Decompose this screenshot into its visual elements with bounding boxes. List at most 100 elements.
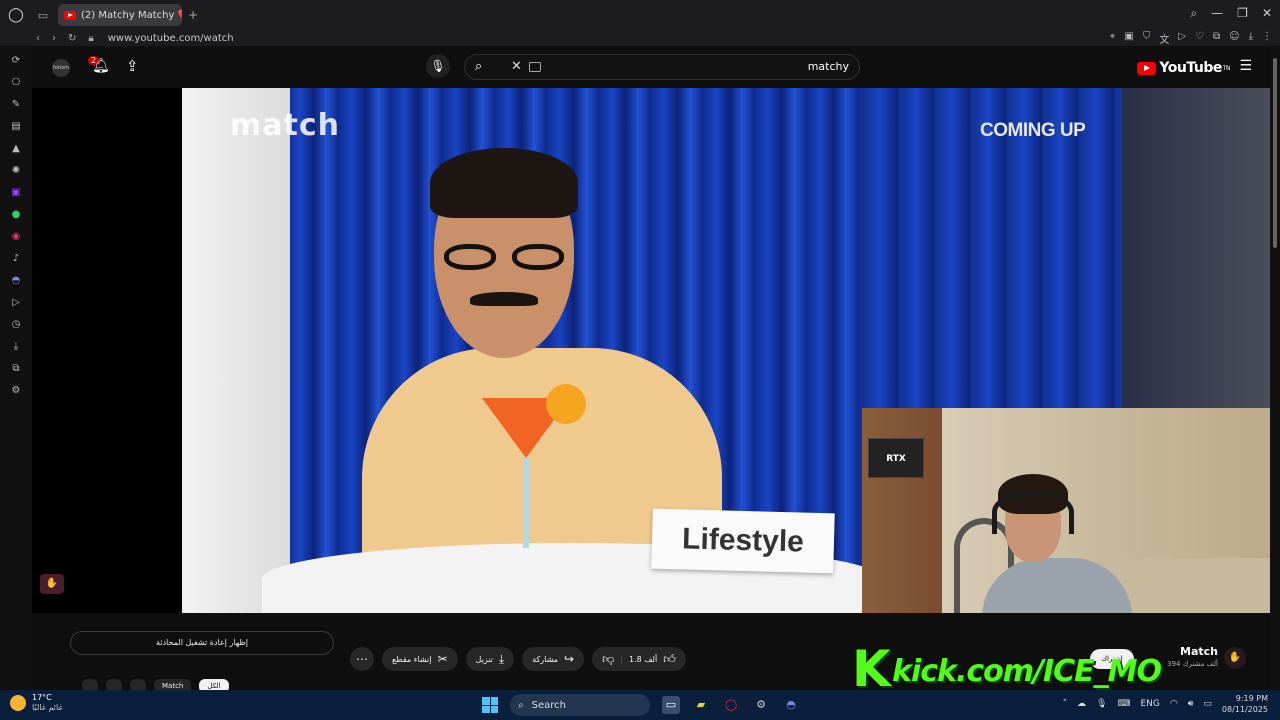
dislike-icon[interactable]: 👎︎: [602, 652, 614, 667]
bell-icon[interactable]: 🔔︎: [92, 58, 110, 74]
pin-icon[interactable]: ⌖: [1110, 31, 1116, 46]
keyboard-icon[interactable]: [529, 62, 541, 72]
settings-icon[interactable]: ⚙: [9, 384, 23, 398]
steam-icon[interactable]: ⚙: [752, 696, 770, 714]
app-icon[interactable]: ▤: [9, 120, 23, 134]
kick-url: kick.com/ICE_MO: [892, 654, 1162, 689]
more-icon[interactable]: ⋮: [1262, 31, 1272, 46]
download-icon[interactable]: ⤓: [1249, 31, 1253, 46]
tray-keyboard-icon[interactable]: ⌨: [1117, 699, 1130, 709]
youtube-logo-tm: TN: [1222, 64, 1231, 72]
forward-icon[interactable]: ›: [52, 33, 56, 44]
window-controls: ⌕ — ❐ ✕: [1190, 6, 1272, 21]
like-dislike-button[interactable]: 👎︎ | 1.8 ألف 👍︎: [592, 647, 686, 671]
downloads-icon[interactable]: ⤓: [9, 340, 23, 354]
search-tabs-icon[interactable]: ⌕: [1190, 6, 1197, 21]
video-frame[interactable]: match Lifestyle: [182, 88, 862, 613]
extensions-icon[interactable]: ⧉: [1213, 31, 1220, 46]
file-explorer-icon[interactable]: ▰: [692, 696, 710, 714]
tray-chevron-icon[interactable]: ˄: [1063, 699, 1068, 709]
more-actions-button[interactable]: ⋯: [350, 647, 374, 671]
discord-taskbar-icon[interactable]: ◓: [782, 696, 800, 714]
weather-condition: غائم غالبًا: [32, 703, 63, 712]
shield-icon[interactable]: ⛉: [1143, 31, 1151, 46]
search-icon[interactable]: ⌕: [475, 59, 482, 74]
account-avatar[interactable]: fotiom: [52, 59, 70, 77]
reload-icon[interactable]: ↻: [68, 33, 76, 44]
clear-search-icon[interactable]: ✕: [511, 59, 522, 74]
youtube-logo[interactable]: YouTube TN: [1137, 60, 1231, 76]
ai-icon[interactable]: ⎔: [9, 76, 23, 90]
wifi-icon[interactable]: ◠: [1170, 699, 1178, 709]
windows-taskbar: 17°C غائم غالبًا ⌕ Search ▭ ▰ ◯ ⚙ ◓ ˄ ☁ 🎙︎…: [0, 690, 1280, 720]
tray-app-icon[interactable]: ☁: [1077, 699, 1086, 709]
opera-gx-icon[interactable]: ◯: [722, 696, 740, 714]
search-input[interactable]: matchy: [808, 60, 849, 73]
twitch-icon[interactable]: ▣: [9, 186, 23, 200]
upload-icon[interactable]: ⇪: [126, 57, 139, 75]
download-button[interactable]: تنزيل ⤓: [465, 647, 515, 671]
browser-tab[interactable]: (2) Matchy Matchy 💔 Ep: [58, 4, 182, 26]
tab-menu-icon[interactable]: ▭: [32, 9, 54, 22]
profile-icon[interactable]: ☺: [1229, 31, 1239, 46]
aria-icon[interactable]: ▲: [9, 142, 23, 156]
taskbar-search[interactable]: ⌕ Search: [510, 694, 650, 716]
history-icon[interactable]: ⟳: [9, 54, 23, 68]
clip-button[interactable]: إنشاء مقطع ✂: [382, 647, 458, 671]
kick-banner: K kick.com/ICE_MO: [852, 640, 1272, 698]
youtube-header: fotiom 2 🔔︎ ⇪ 🎙︎ ⌕ ✕ matchy YouTube TN ☰: [32, 46, 1270, 88]
battery-icon[interactable]: ▭: [1203, 699, 1212, 709]
instagram-icon[interactable]: ◉: [9, 230, 23, 244]
weather-widget[interactable]: 17°C غائم غالبًا: [10, 693, 63, 713]
opera-logo-icon[interactable]: ◯: [0, 7, 32, 23]
discord-icon[interactable]: ◓: [9, 274, 23, 288]
white-wall: [182, 88, 290, 613]
orange-slice: [546, 384, 586, 424]
notes-icon[interactable]: ✎: [9, 98, 23, 112]
page-scrollbar[interactable]: [1270, 46, 1280, 690]
url-field[interactable]: www.youtube.com/watch: [108, 33, 234, 44]
taskbar-apps: ⌕ Search ▭ ▰ ◯ ⚙ ◓: [482, 694, 800, 716]
nameplate: Lifestyle: [651, 508, 835, 574]
tiktok-icon[interactable]: ♪: [9, 252, 23, 266]
play-icon[interactable]: ▷: [1178, 31, 1186, 46]
share-button[interactable]: مشاركة ↪: [522, 647, 585, 671]
scissors-icon: ✂: [437, 652, 448, 666]
new-tab-button[interactable]: +: [188, 8, 198, 22]
player-icon[interactable]: ▷: [9, 296, 23, 310]
task-view-icon[interactable]: ▭: [662, 696, 680, 714]
minimize-icon[interactable]: —: [1211, 6, 1223, 21]
share-icon: ↪: [564, 652, 575, 666]
chatgpt-icon[interactable]: ✺: [9, 164, 23, 178]
extensions-sidebar-icon[interactable]: ⧉: [9, 362, 23, 376]
windows-start-icon[interactable]: [482, 697, 498, 713]
hamburger-menu-icon[interactable]: ☰: [1239, 58, 1252, 74]
restore-icon[interactable]: ❐: [1237, 6, 1248, 21]
tray-mic-icon[interactable]: 🎙︎: [1096, 699, 1107, 709]
show-chat-replay-button[interactable]: إظهار إعادة تشغيل المحادثة: [70, 631, 334, 655]
translate-icon[interactable]: 文: [1159, 31, 1169, 46]
close-icon[interactable]: ✕: [1262, 6, 1272, 21]
volume-icon[interactable]: 🔊︎: [1188, 699, 1194, 709]
tab-title: (2) Matchy Matchy 💔 Ep: [81, 9, 182, 21]
back-icon[interactable]: ‹: [36, 33, 40, 44]
side-panel: [1122, 88, 1270, 408]
search-box[interactable]: ⌕ ✕ matchy: [464, 54, 860, 80]
whatsapp-icon[interactable]: ●: [9, 208, 23, 222]
weather-temp: 17°C: [32, 693, 52, 702]
heart-icon[interactable]: ♡: [1195, 31, 1204, 46]
coming-up-text: COMING UP: [980, 120, 1086, 141]
lock-icon: 🔒︎: [88, 32, 94, 44]
video-watermark: match: [230, 108, 340, 143]
like-icon[interactable]: 👍︎: [663, 652, 676, 667]
gpu-box: RTX: [868, 438, 924, 478]
youtube-play-icon: [1137, 61, 1157, 75]
scroll-thumb[interactable]: [1273, 58, 1277, 248]
microphone-icon[interactable]: 🎙︎: [426, 54, 450, 78]
system-tray: ˄ ☁ 🎙︎ ⌨ ENG ◠ 🔊︎ ▭ 9:19 PM 08/11/2025: [1063, 693, 1269, 715]
clock-icon[interactable]: ◷: [9, 318, 23, 332]
language-indicator[interactable]: ENG: [1140, 699, 1159, 709]
extension-toolbar: ⌖ ▣ ⛉ 文 ▷ ♡ ⧉ ☺ ⤓ ⋮: [1110, 31, 1272, 46]
clock[interactable]: 9:19 PM 08/11/2025: [1222, 693, 1268, 715]
screenshot-icon[interactable]: ▣: [1124, 31, 1133, 46]
